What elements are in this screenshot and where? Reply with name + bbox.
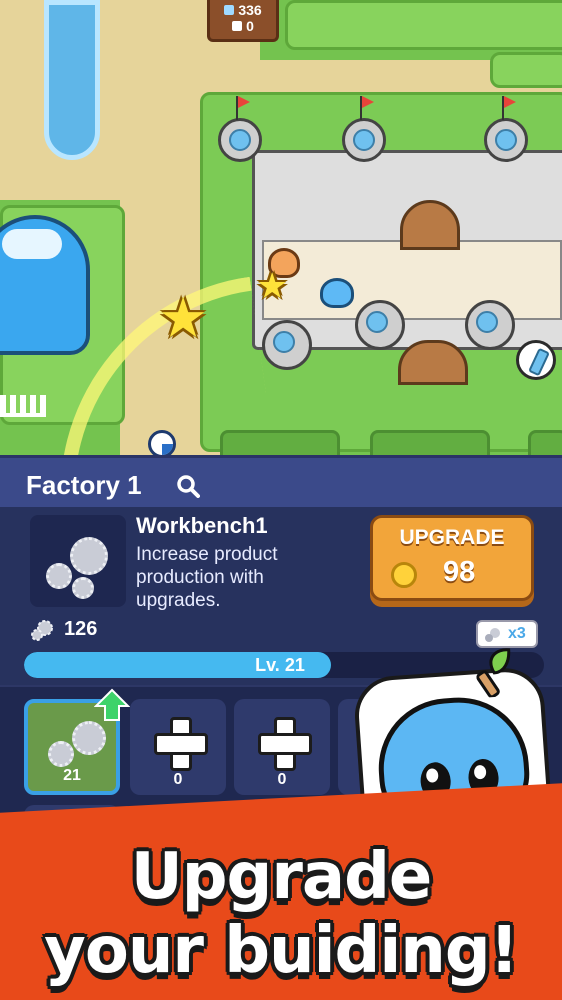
castle-tower (218, 118, 262, 162)
search-icon[interactable] (176, 474, 200, 498)
upgrade-button[interactable]: UPGRADE 98 (370, 515, 534, 601)
castle-tower (262, 320, 312, 370)
star-icon: ★ (256, 265, 289, 306)
castle-tower (342, 118, 386, 162)
flag-icon (502, 96, 516, 120)
potion-sign-icon[interactable] (516, 340, 556, 380)
flag-icon (360, 96, 374, 120)
sprout-icon (476, 648, 511, 699)
gears-icon (31, 620, 53, 641)
castle-tower (484, 118, 528, 162)
slot-count: 0 (173, 771, 183, 788)
plus-icon (258, 717, 312, 771)
slot-locked[interactable]: 0 (234, 699, 330, 795)
slot-locked[interactable]: 0 (130, 699, 226, 795)
panel-title: Factory 1 (26, 470, 142, 500)
potion-count: 0 (246, 18, 254, 34)
gear-icon (72, 577, 94, 599)
grass-plot (285, 0, 562, 50)
banner-subheadline: your buiding! (44, 914, 519, 988)
slot-count: 21 (63, 767, 81, 784)
star-icon: ★ (158, 286, 209, 349)
slime-house[interactable] (0, 215, 90, 355)
grass-plot (528, 430, 562, 455)
river (44, 0, 100, 160)
resource-counter: 336 0 (207, 0, 279, 42)
item-title: Workbench1 (136, 513, 268, 538)
upgrade-arrow-icon (94, 688, 130, 721)
slot-count: 0 (277, 771, 287, 788)
gear-icon (46, 563, 72, 589)
upgrade-label: UPGRADE (399, 526, 505, 549)
flask-icon (232, 21, 243, 31)
game-map[interactable]: 336 0 ★ ★ (0, 0, 562, 455)
gear-icon (48, 741, 74, 767)
grass-plot (370, 430, 490, 455)
gear-icon (70, 537, 108, 575)
gear-count: 126 (64, 618, 98, 640)
workbench-thumbnail (30, 515, 126, 607)
castle-tower (355, 300, 405, 350)
fence (0, 395, 46, 417)
gears-icon (485, 628, 500, 642)
castle-tower (465, 300, 515, 350)
flag-icon (236, 96, 250, 120)
multiplier-value: x3 (508, 625, 526, 642)
plus-icon (154, 717, 208, 771)
item-description: Increase product production with upgrade… (136, 544, 278, 611)
multiplier-badge[interactable]: x3 (476, 620, 538, 648)
potion-icon (224, 5, 235, 15)
castle-gate (398, 340, 468, 385)
banner-headline: Upgrade (130, 840, 433, 914)
upgrade-cost: 98 (443, 556, 476, 588)
slime-character[interactable] (320, 278, 354, 308)
grass-plot (490, 52, 562, 88)
castle-courtyard (262, 240, 562, 320)
panel-header: Factory 1 (0, 455, 562, 507)
gem-count: 336 (238, 2, 262, 18)
gear-icon (72, 721, 106, 755)
coin-icon (391, 562, 417, 588)
